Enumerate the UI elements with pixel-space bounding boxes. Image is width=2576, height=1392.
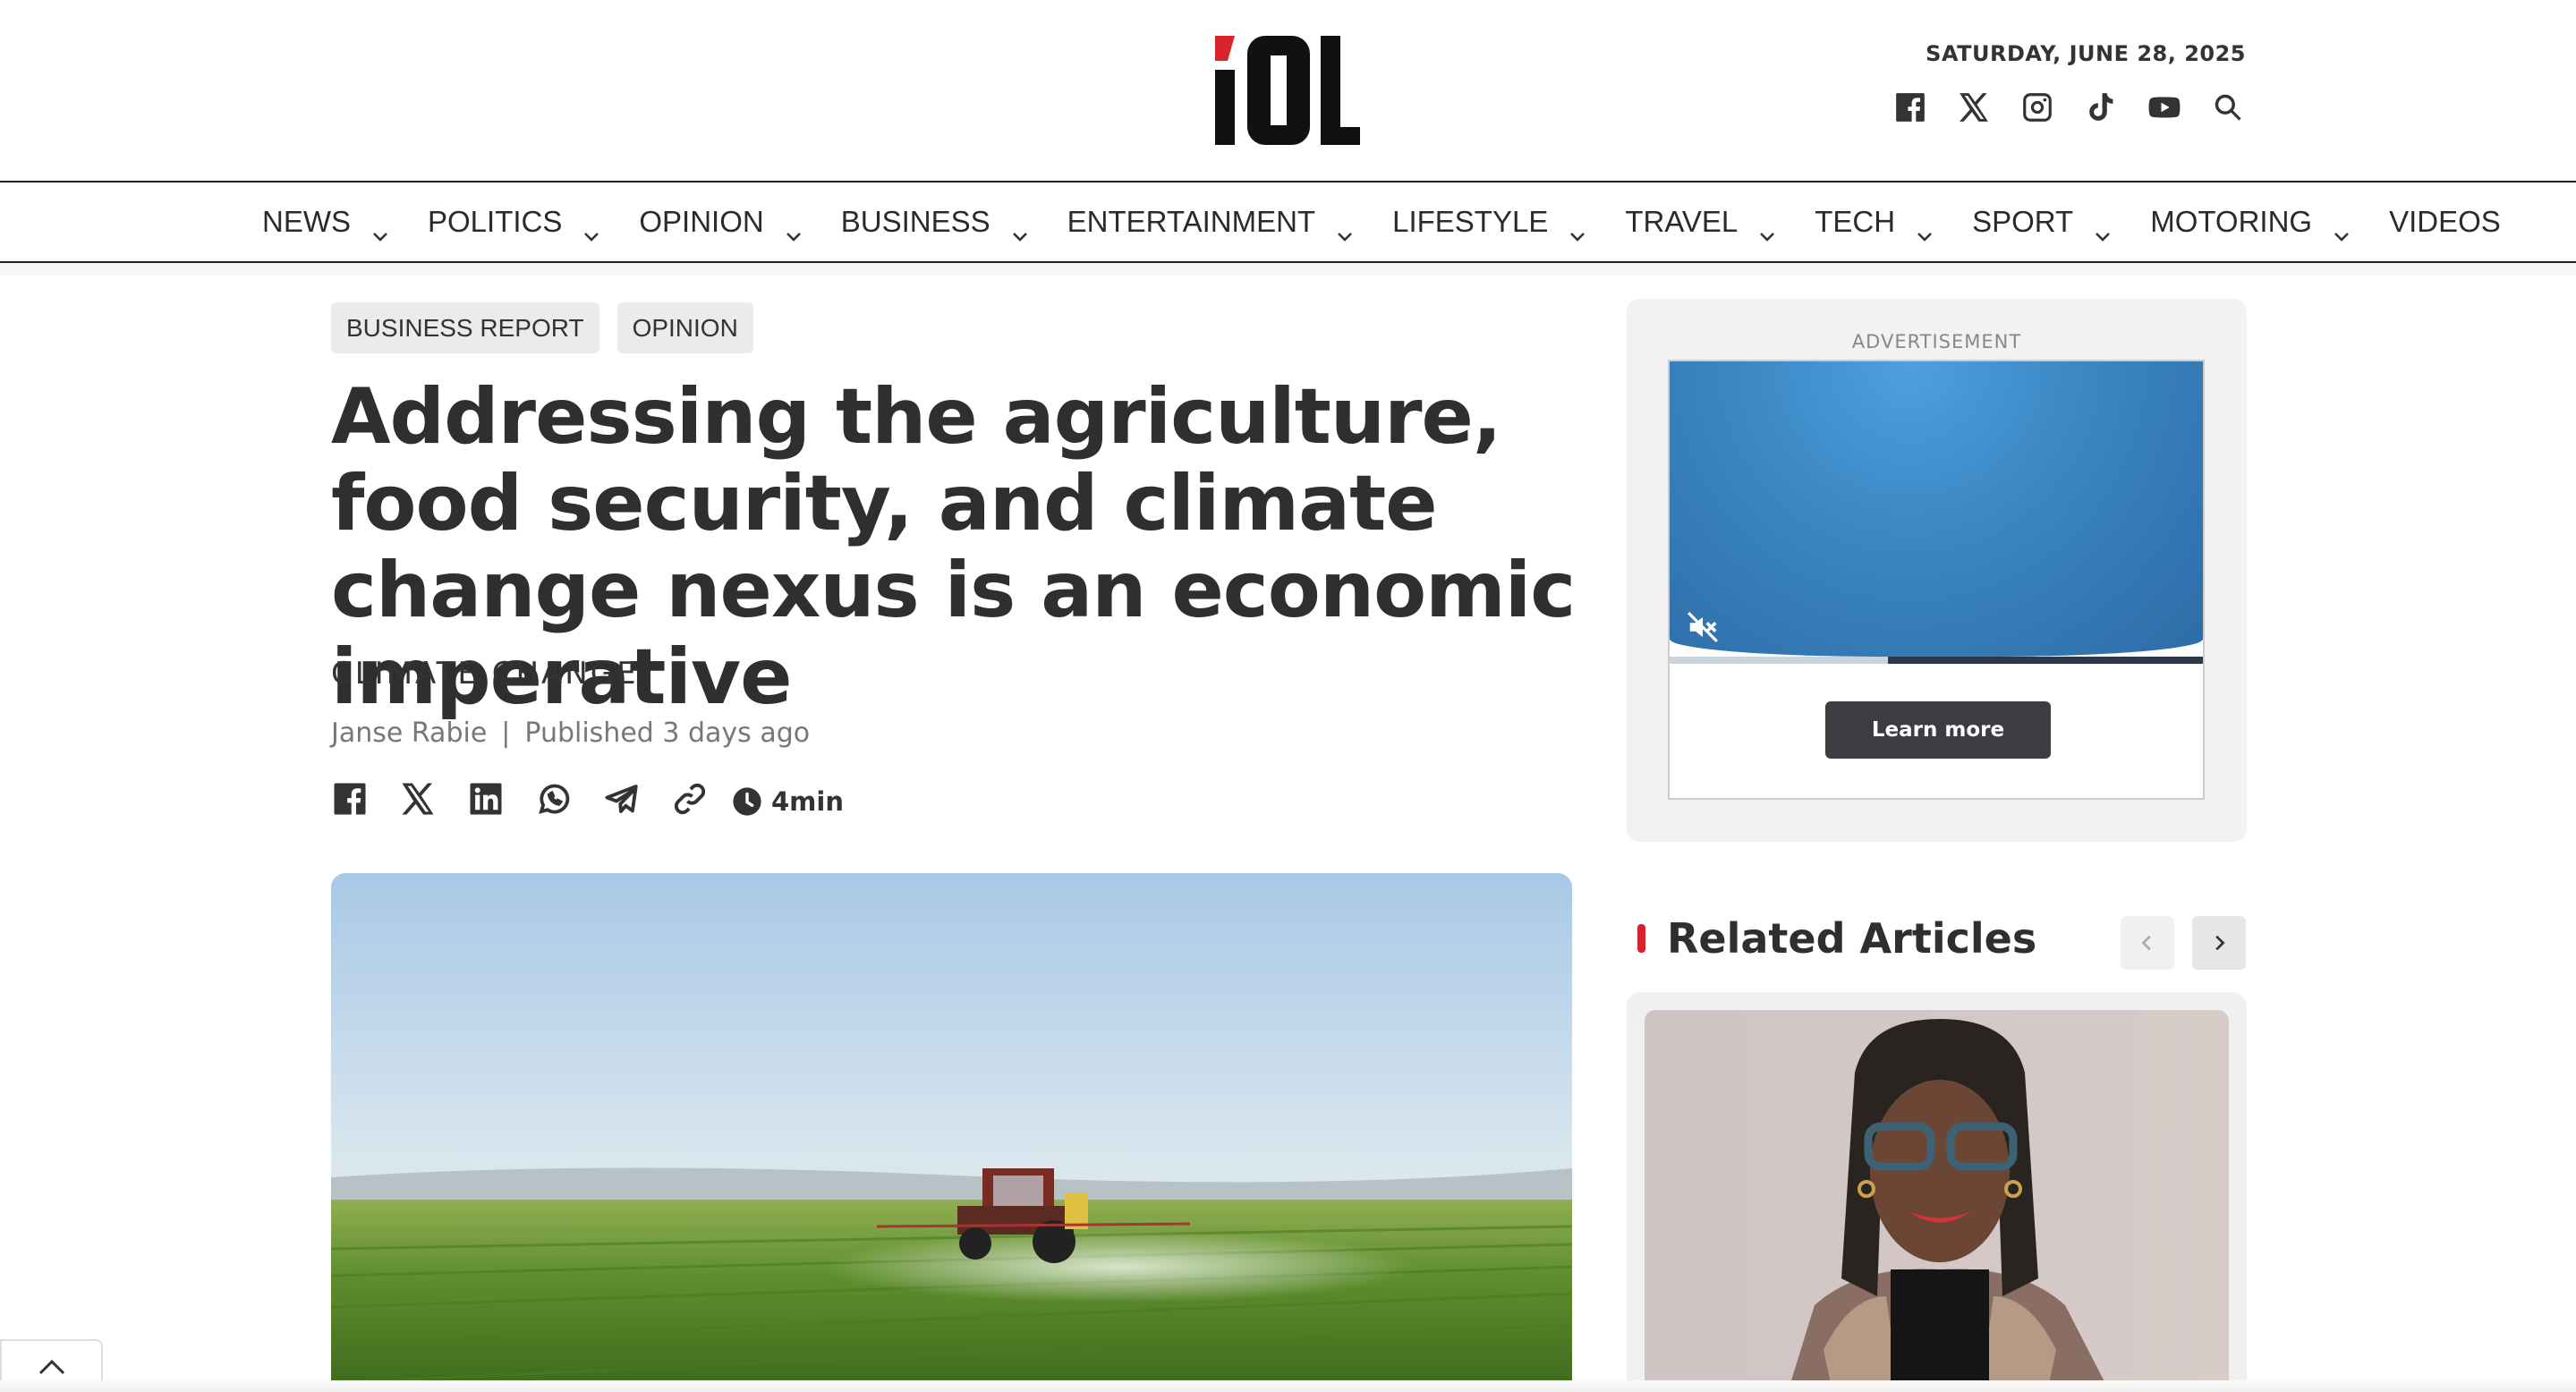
nav-item-label: LIFESTYLE xyxy=(1392,205,1549,238)
mute-icon[interactable] xyxy=(1686,610,1720,644)
nav-item-politics[interactable]: POLITICS xyxy=(428,205,601,242)
author-name[interactable]: Janse Rabie xyxy=(331,717,487,749)
chevron-down-icon[interactable] xyxy=(1757,216,1777,242)
whatsapp-icon[interactable] xyxy=(535,780,573,822)
advertisement-label: ADVERTISEMENT xyxy=(1851,331,2022,352)
chevron-up-icon xyxy=(38,1359,64,1374)
copy-link-icon[interactable] xyxy=(671,780,709,822)
nav-item-label: VIDEOS xyxy=(2389,205,2501,238)
youtube-icon[interactable] xyxy=(2147,89,2182,125)
telegram-icon[interactable] xyxy=(603,780,641,822)
nav-item-label: OPINION xyxy=(639,205,764,238)
tag-opinion[interactable]: OPINION xyxy=(616,302,753,353)
chevron-down-icon[interactable] xyxy=(1915,216,1934,242)
article-section[interactable]: CLIMATE CHANGE xyxy=(331,656,639,692)
nav-item-label: TRAVEL xyxy=(1625,205,1739,238)
nav-item-business[interactable]: BUSINESS xyxy=(840,205,1030,242)
accent-bar xyxy=(1637,924,1645,953)
facebook-icon[interactable] xyxy=(331,780,369,822)
article-tags: BUSINESS REPORT OPINION xyxy=(331,302,753,353)
nav-item-travel[interactable]: TRAVEL xyxy=(1625,205,1777,242)
related-prev-button[interactable] xyxy=(2121,916,2174,970)
ad-frame[interactable]: Learn more xyxy=(1668,360,2205,800)
chevron-down-icon[interactable] xyxy=(582,216,601,242)
read-time: 4min xyxy=(732,786,844,817)
tiktok-icon[interactable] xyxy=(2083,89,2119,125)
tag-business-report[interactable]: BUSINESS REPORT xyxy=(331,302,599,353)
article-hero-image[interactable] xyxy=(331,873,1572,1392)
related-article-card[interactable] xyxy=(1627,992,2247,1392)
chevron-right-icon xyxy=(2215,935,2225,951)
share-bar: 4min xyxy=(331,780,844,822)
iol-logo[interactable] xyxy=(1215,36,1360,145)
nav-item-lifestyle[interactable]: LIFESTYLE xyxy=(1392,205,1587,242)
facebook-icon[interactable] xyxy=(1892,89,1928,125)
ad-video[interactable] xyxy=(1670,361,2203,657)
nav-list: NEWS POLITICS OPINION BUSINESS ENTERTAINMENT… xyxy=(262,182,2538,261)
chevron-down-icon[interactable] xyxy=(370,216,390,242)
related-articles-header: Related Articles xyxy=(1637,914,2036,963)
published-time: Published 3 days ago xyxy=(524,717,811,749)
nav-item-label: TECH xyxy=(1815,205,1896,238)
nav-item-sport[interactable]: SPORT xyxy=(1972,205,2113,242)
chevron-down-icon[interactable] xyxy=(2332,216,2351,242)
nav-item-label: BUSINESS xyxy=(840,205,990,238)
related-articles-title: Related Articles xyxy=(1667,914,2037,963)
nav-item-videos[interactable]: VIDEOS xyxy=(2389,205,2501,239)
main-navigation: NEWS POLITICS OPINION BUSINESS ENTERTAINMENT… xyxy=(0,181,2576,263)
nav-item-opinion[interactable]: OPINION xyxy=(639,205,803,242)
chevron-left-icon xyxy=(2141,935,2151,951)
nav-item-tech[interactable]: TECH xyxy=(1815,205,1934,242)
chevron-down-icon[interactable] xyxy=(1010,216,1030,242)
nav-item-label: POLITICS xyxy=(428,205,563,238)
clock-icon xyxy=(733,786,761,816)
nav-item-news[interactable]: NEWS xyxy=(262,205,390,242)
chevron-down-icon[interactable] xyxy=(784,216,803,242)
header-social-links xyxy=(1892,89,2246,125)
search-icon[interactable] xyxy=(2210,89,2246,125)
current-date: SATURDAY, JUNE 28, 2025 xyxy=(1926,41,2246,66)
page-bottom-edge xyxy=(0,1380,2576,1392)
byline: Janse Rabie | Published 3 days ago xyxy=(331,717,810,749)
advertisement-box: ADVERTISEMENT Learn more xyxy=(1627,299,2247,842)
nav-item-label: MOTORING xyxy=(2150,205,2313,238)
instagram-icon[interactable] xyxy=(2019,89,2055,125)
x-icon[interactable] xyxy=(399,780,437,822)
nav-item-label: ENTERTAINMENT xyxy=(1067,205,1316,238)
chevron-down-icon[interactable] xyxy=(1335,216,1355,242)
chevron-down-icon[interactable] xyxy=(2093,216,2113,242)
ad-progress-fill xyxy=(1670,657,1889,664)
learn-more-button[interactable]: Learn more xyxy=(1825,701,2051,759)
related-article-image[interactable] xyxy=(1645,1010,2229,1392)
chevron-down-icon[interactable] xyxy=(1568,216,1587,242)
nav-item-entertainment[interactable]: ENTERTAINMENT xyxy=(1067,205,1355,242)
nav-item-label: NEWS xyxy=(262,205,351,238)
related-next-button[interactable] xyxy=(2192,916,2246,970)
x-icon[interactable] xyxy=(1956,89,1992,125)
ad-progress-bar[interactable] xyxy=(1670,657,2203,664)
byline-separator: | xyxy=(501,717,511,749)
linkedin-icon[interactable] xyxy=(467,780,505,822)
site-header: SATURDAY, JUNE 28, 2025 xyxy=(0,0,2576,181)
nav-item-label: SPORT xyxy=(1972,205,2074,238)
nav-item-motoring[interactable]: MOTORING xyxy=(2150,205,2351,242)
read-time-label: 4min xyxy=(771,785,844,817)
nav-divider xyxy=(0,263,2576,276)
